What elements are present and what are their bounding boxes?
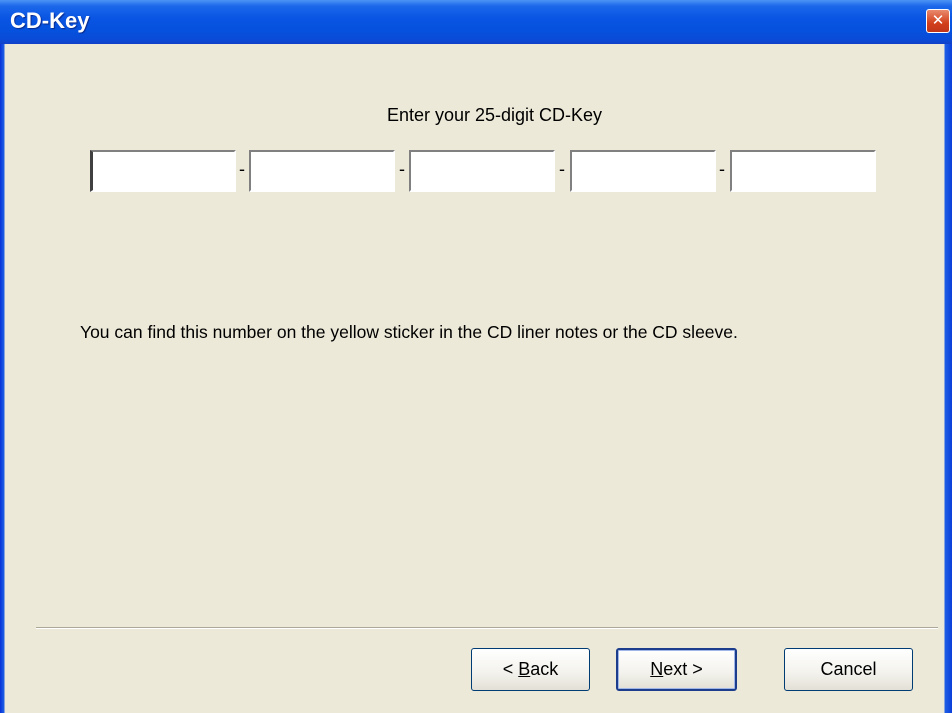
back-button[interactable]: < Back — [471, 648, 590, 691]
cd-key-field-2[interactable] — [249, 150, 395, 192]
cd-key-field-4[interactable] — [570, 150, 716, 192]
cd-key-location-info: You can find this number on the yellow s… — [80, 322, 738, 342]
cd-key-separator: - — [239, 159, 245, 179]
cd-key-separator: - — [399, 159, 405, 179]
cd-key-prompt: Enter your 25-digit CD-Key — [386, 105, 603, 125]
next-button-accelerator: N — [650, 659, 664, 679]
title-bar[interactable]: CD-Key ✕ — [0, 0, 952, 44]
back-button-label: ack — [530, 659, 559, 679]
back-button-prefix: < — [502, 659, 519, 679]
cd-key-field-3[interactable] — [409, 150, 555, 192]
cancel-button[interactable]: Cancel — [784, 648, 913, 691]
cd-key-field-5[interactable] — [730, 150, 876, 192]
cd-key-field-1[interactable] — [90, 150, 236, 192]
cd-key-separator: - — [559, 159, 565, 179]
next-button[interactable]: Next > — [616, 648, 737, 691]
next-button-label: ext > — [663, 659, 703, 679]
cd-key-dialog: CD-Key ✕ Enter your 25-digit CD-Key - - … — [0, 0, 952, 713]
window-title: CD-Key — [10, 8, 90, 33]
close-icon: ✕ — [931, 11, 945, 29]
cd-key-separator: - — [719, 159, 725, 179]
button-area-divider — [36, 627, 938, 629]
back-button-accelerator: B — [518, 659, 531, 679]
dialog-body: Enter your 25-digit CD-Key - - - - You c… — [5, 44, 944, 713]
close-button[interactable]: ✕ — [926, 9, 950, 33]
